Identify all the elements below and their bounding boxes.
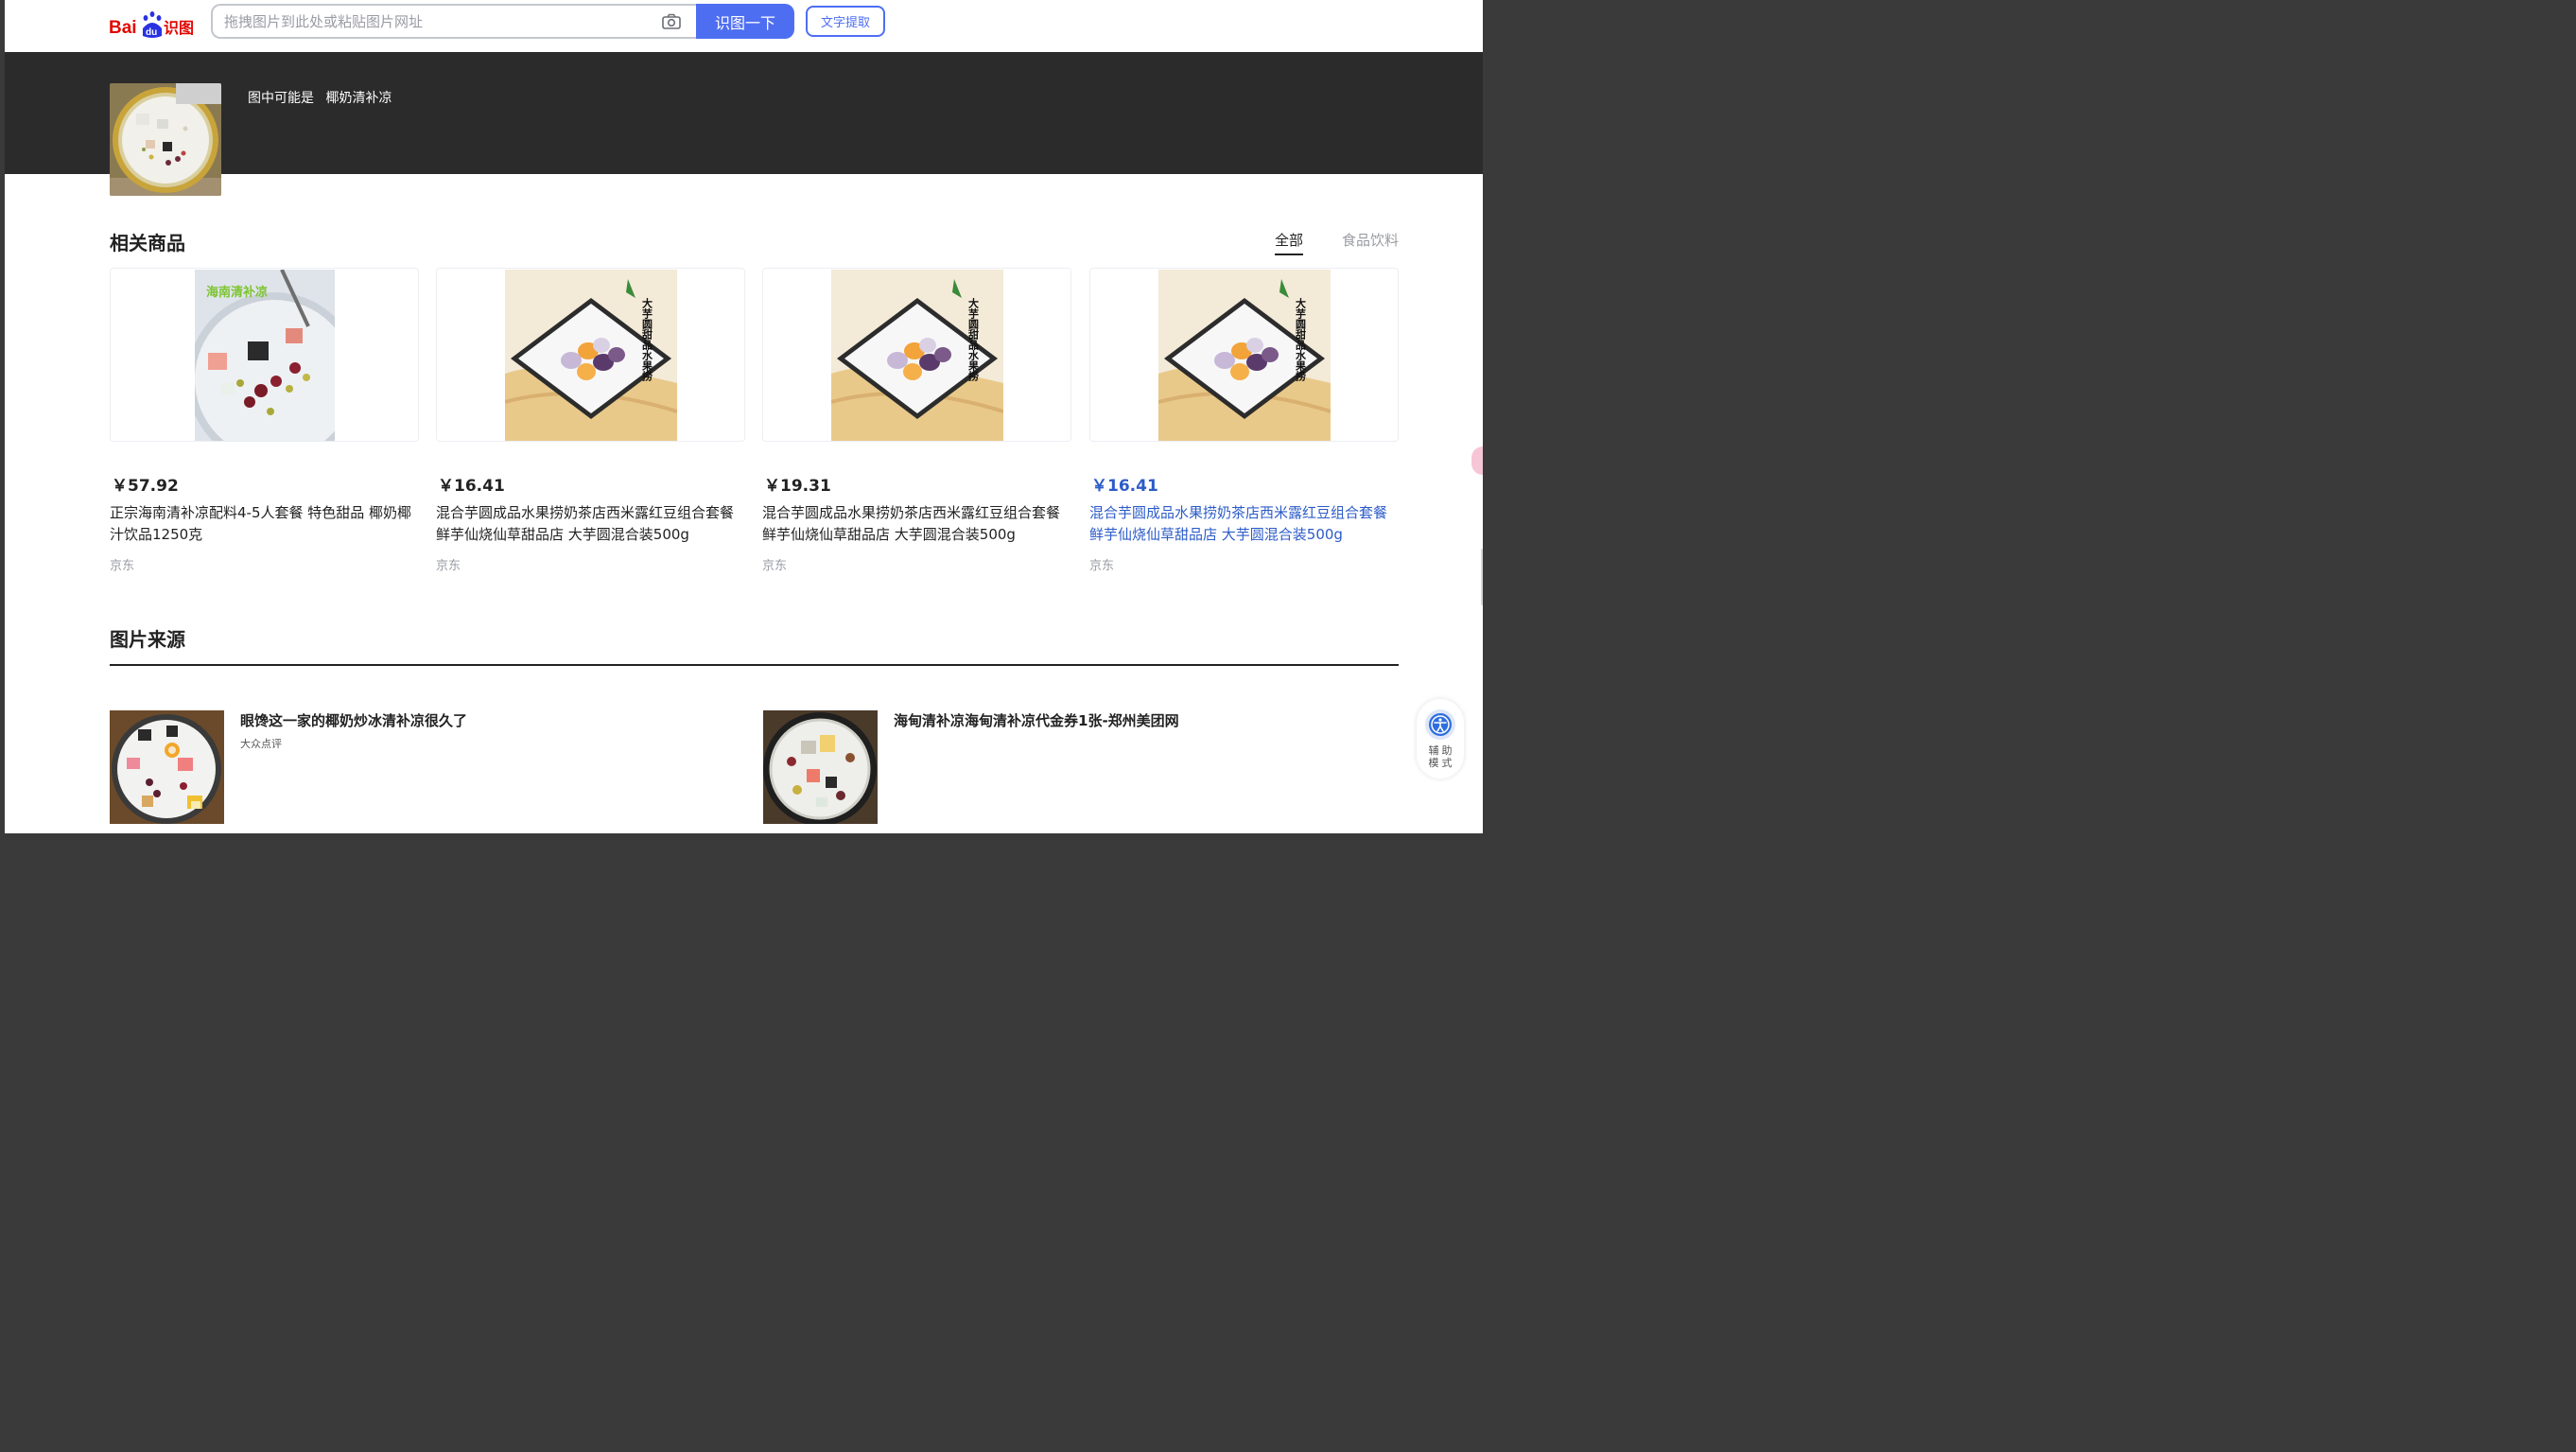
floating-pet-widget[interactable]	[1471, 446, 1483, 475]
product-image[interactable]: 海南清补凉	[195, 270, 335, 441]
product-image-box: 海南清补凉	[110, 268, 419, 442]
guess-prefix: 图中可能是	[248, 91, 314, 106]
guess-value[interactable]: 椰奶清补凉	[325, 91, 392, 106]
product-image[interactable]: 大芋圆甜品水果捞	[831, 270, 1003, 441]
product-image-box: 大芋圆甜品水果捞	[1089, 268, 1399, 442]
source-item[interactable]: 眼馋这一家的椰奶炒冰清补凉很久了 大众点评	[110, 710, 715, 824]
product-shop: 京东	[762, 559, 788, 573]
browser-page: Bai du 识图 识图一下 文字提取	[5, 0, 1483, 833]
camera-icon[interactable]	[661, 12, 682, 31]
product-image-box: 大芋圆甜品水果捞	[436, 268, 745, 442]
section-divider	[110, 664, 1399, 666]
tab-all[interactable]: 全部	[1275, 230, 1304, 255]
svg-text:识图: 识图	[164, 19, 194, 37]
source-site: 大众点评	[240, 738, 282, 750]
accessibility-icon	[1425, 709, 1455, 740]
product-title[interactable]: 混合芋圆成品水果捞奶茶店西米露红豆组合套餐鲜芋仙烧仙草甜品店 大芋圆混合装500…	[436, 502, 745, 546]
sources-section-title: 图片来源	[110, 628, 185, 651]
query-image[interactable]	[110, 83, 221, 196]
product-card[interactable]: 大芋圆甜品水果捞 ￥16.41 混合芋圆成品水果捞奶茶店西米露红豆组合套餐鲜芋仙…	[436, 268, 745, 580]
assist-mode-button[interactable]: 辅助 模式	[1417, 699, 1464, 778]
search-box	[211, 4, 698, 39]
product-shop: 京东	[110, 559, 135, 573]
window-bottom-edge	[0, 833, 1483, 836]
product-shop: 京东	[436, 559, 461, 573]
product-card[interactable]: 大芋圆甜品水果捞 ￥16.41 混合芋圆成品水果捞奶茶店西米露红豆组合套餐鲜芋仙…	[1089, 268, 1399, 580]
product-image-caption: 大芋圆甜品水果捞	[1295, 297, 1308, 382]
product-title[interactable]: 混合芋圆成品水果捞奶茶店西米露红豆组合套餐鲜芋仙烧仙草甜品店 大芋圆混合装500…	[762, 502, 1071, 546]
source-thumbnail[interactable]	[110, 710, 224, 824]
product-price: ￥19.31	[764, 477, 831, 496]
product-image[interactable]: 大芋圆甜品水果捞	[1158, 270, 1331, 441]
search-input[interactable]	[224, 11, 640, 32]
result-banner	[5, 52, 1483, 174]
product-card[interactable]: 大芋圆甜品水果捞 ￥19.31 混合芋圆成品水果捞奶茶店西米露红豆组合套餐鲜芋仙…	[762, 268, 1071, 580]
source-title[interactable]: 海甸清补凉海甸清补凉代金券1张-郑州美团网	[894, 710, 1179, 730]
product-price: ￥57.92	[112, 477, 179, 496]
products-section-title: 相关商品	[110, 232, 185, 254]
source-title[interactable]: 眼馋这一家的椰奶炒冰清补凉很久了	[240, 710, 467, 730]
product-price: ￥16.41	[438, 477, 505, 496]
product-shop: 京东	[1089, 559, 1115, 573]
tab-food-drink[interactable]: 食品饮料	[1342, 230, 1399, 250]
top-bar: Bai du 识图 识图一下 文字提取	[5, 0, 1483, 52]
assist-mode-label: 辅助 模式	[1428, 744, 1455, 769]
product-image-caption: 海南清补凉	[206, 285, 268, 300]
product-card[interactable]: 海南清补凉 ￥57.92 正宗海南清补凉配料4-5人套餐 特色甜品 椰奶椰汁饮品…	[110, 268, 419, 580]
recognition-result: 图中可能是 椰奶清补凉	[248, 88, 399, 107]
product-title[interactable]: 正宗海南清补凉配料4-5人套餐 特色甜品 椰奶椰汁饮品1250克	[110, 502, 419, 546]
product-price: ￥16.41	[1091, 477, 1158, 496]
scroll-indicator[interactable]	[1481, 549, 1483, 605]
product-image-box: 大芋圆甜品水果捞	[762, 268, 1071, 442]
svg-text:Bai: Bai	[109, 18, 137, 38]
search-button[interactable]: 识图一下	[696, 4, 794, 39]
baidu-shitu-logo[interactable]: Bai du 识图	[109, 8, 199, 40]
product-image-caption: 大芋圆甜品水果捞	[967, 297, 981, 382]
source-item[interactable]: 海甸清补凉海甸清补凉代金券1张-郑州美团网	[763, 710, 1368, 824]
svg-text:du: du	[146, 27, 157, 38]
product-title[interactable]: 混合芋圆成品水果捞奶茶店西米露红豆组合套餐鲜芋仙烧仙草甜品店 大芋圆混合装500…	[1089, 502, 1399, 546]
ocr-button[interactable]: 文字提取	[806, 6, 885, 37]
product-image-caption: 大芋圆甜品水果捞	[641, 297, 654, 382]
product-image[interactable]: 大芋圆甜品水果捞	[505, 270, 677, 441]
source-thumbnail[interactable]	[763, 710, 878, 824]
